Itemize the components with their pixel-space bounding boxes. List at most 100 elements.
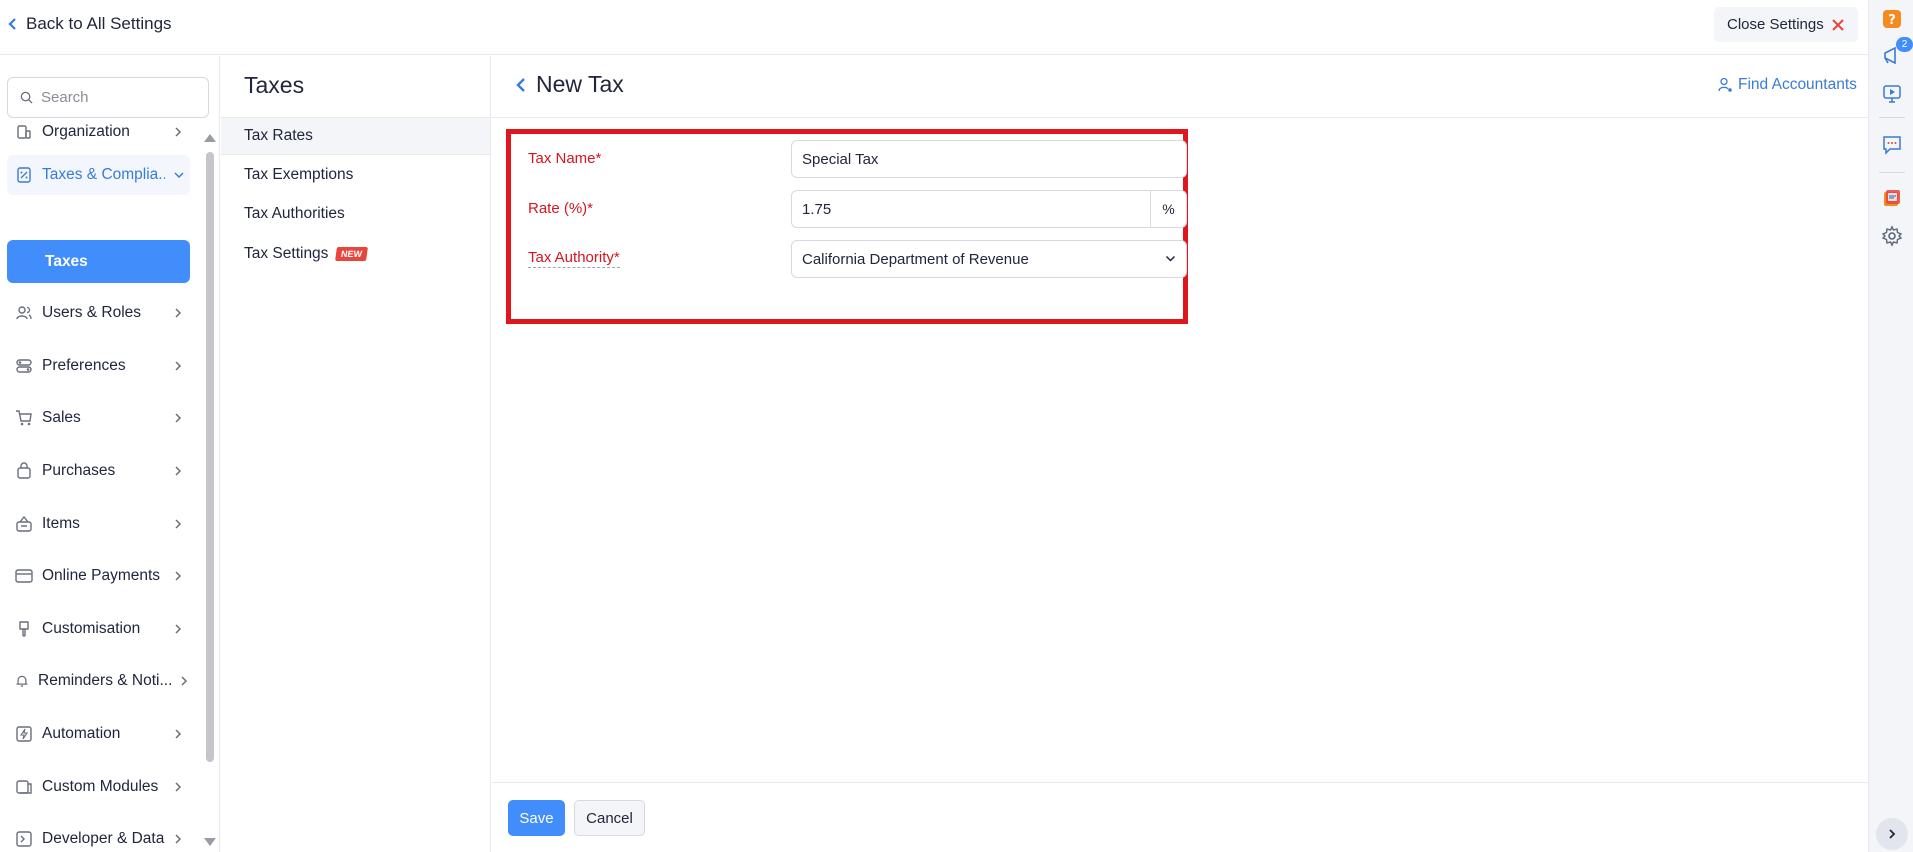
back-to-settings-label: Back to All Settings xyxy=(26,14,172,33)
settings-sidebar: Organization Taxes & Complia... Taxes Us… xyxy=(0,56,220,852)
sidebar-item-label: Users & Roles xyxy=(42,304,142,321)
sidebar-item-label: Taxes & Complia... xyxy=(42,166,165,183)
sidebar-item-preferences[interactable]: Preferences xyxy=(7,346,190,386)
toolbar-divider xyxy=(1879,117,1905,118)
close-settings-label: Close Settings xyxy=(1727,16,1824,33)
sidebar-item-reminders-notifications[interactable]: Reminders & Noti... xyxy=(7,661,190,701)
automation-icon xyxy=(16,726,32,742)
sidebar-item-label: Developer & Data xyxy=(42,830,165,847)
subnav-title: Taxes xyxy=(244,72,305,98)
sidebar-item-purchases[interactable]: Purchases xyxy=(7,451,190,491)
main-header: New Tax Find Accountants xyxy=(492,56,1868,118)
organization-icon xyxy=(17,125,31,139)
preferences-icon xyxy=(16,359,32,373)
rate-label: Rate (%)* xyxy=(528,200,594,217)
sidebar-item-sales[interactable]: Sales xyxy=(7,398,190,438)
bag-icon xyxy=(17,462,31,479)
cart-icon xyxy=(16,410,32,426)
sidebar-item-online-payments[interactable]: Online Payments xyxy=(7,556,190,596)
sidebar-item-label: Reminders & Noti... xyxy=(38,672,171,689)
tax-authority-select[interactable]: California Department of Revenue xyxy=(791,240,1187,278)
subnav-item-label: Tax Exemptions xyxy=(244,166,354,183)
sidebar-item-label: Automation xyxy=(42,725,121,742)
sidebar-item-taxes-compliance[interactable]: Taxes & Complia... xyxy=(7,155,190,195)
sidebar-item-label: Organization xyxy=(42,123,130,140)
chevron-left-icon xyxy=(8,18,16,30)
sidebar-item-items[interactable]: Items xyxy=(7,504,190,544)
sidebar-item-developer-data[interactable]: Developer & Data xyxy=(7,819,190,852)
sidebar-item-label: Customisation xyxy=(42,620,141,637)
new-tax-form: Tax Name* Special Tax Rate (%)* 1.75 % T… xyxy=(506,129,1188,324)
cancel-button[interactable]: Cancel xyxy=(574,800,645,836)
settings-icon[interactable] xyxy=(1881,225,1903,247)
tax-name-field[interactable]: Special Tax xyxy=(791,140,1187,178)
chat-icon[interactable] xyxy=(1881,134,1903,156)
find-accountants-link[interactable]: Find Accountants xyxy=(1718,76,1857,94)
chevron-down-icon xyxy=(174,172,184,179)
back-to-settings-link[interactable]: Back to All Settings xyxy=(8,14,172,34)
scroll-down-arrow[interactable] xyxy=(204,838,216,846)
chevron-right-icon xyxy=(175,834,182,844)
chevron-right-icon xyxy=(175,519,182,529)
subnav-item-tax-authorities[interactable]: Tax Authorities xyxy=(221,195,490,233)
search-input[interactable] xyxy=(41,89,191,106)
sidebar-item-users-roles[interactable]: Users & Roles xyxy=(7,293,190,333)
chevron-down-icon xyxy=(1165,255,1176,262)
close-icon xyxy=(1832,18,1844,31)
apps-icon[interactable] xyxy=(1881,187,1903,209)
sidebar-item-label: Online Payments xyxy=(42,567,161,584)
sidebar-item-label: Preferences xyxy=(42,357,126,374)
new-badge: NEW xyxy=(335,247,369,261)
find-accountants-label: Find Accountants xyxy=(1738,76,1857,93)
close-settings-button[interactable]: Close Settings xyxy=(1714,7,1858,42)
tax-authority-label: Tax Authority* xyxy=(528,249,620,268)
toolbar-divider xyxy=(1879,172,1905,173)
notification-count-badge: 2 xyxy=(1896,37,1913,52)
search-icon xyxy=(20,91,33,104)
chevron-right-icon xyxy=(175,729,182,739)
chevron-right-icon xyxy=(175,308,182,318)
modules-icon xyxy=(16,780,32,794)
chevron-right-icon xyxy=(175,466,182,476)
card-icon xyxy=(15,569,33,583)
chevron-right-icon xyxy=(181,676,188,686)
sidebar-scrollbar[interactable] xyxy=(206,152,214,762)
accountant-icon xyxy=(1718,77,1732,92)
help-icon[interactable]: ? xyxy=(1881,8,1903,30)
subnav-item-tax-rates[interactable]: Tax Rates xyxy=(221,117,490,155)
page-title: New Tax xyxy=(516,71,624,98)
save-button[interactable]: Save xyxy=(508,800,565,836)
sidebar-item-customisation[interactable]: Customisation xyxy=(7,609,190,649)
chevron-right-icon xyxy=(175,361,182,371)
expand-panel-button[interactable] xyxy=(1876,818,1908,850)
main-panel: New Tax Find Accountants Tax Name* Speci… xyxy=(492,56,1868,852)
terminal-icon xyxy=(16,831,32,847)
right-toolbar: ? 2 xyxy=(1868,0,1913,852)
scroll-up-arrow[interactable] xyxy=(204,134,216,142)
rate-field[interactable]: 1.75 xyxy=(791,190,1151,228)
form-footer: Save Cancel xyxy=(492,782,1868,852)
sidebar-item-organization[interactable]: Organization xyxy=(7,112,190,152)
chevron-right-icon xyxy=(175,127,182,137)
subnav-item-label: Tax Settings xyxy=(244,245,329,262)
basket-icon xyxy=(16,515,32,532)
subnav-item-label: Tax Rates xyxy=(244,127,313,144)
chevron-right-icon xyxy=(175,624,182,634)
chevron-right-icon xyxy=(175,413,182,423)
subnav-item-tax-settings[interactable]: Tax Settings NEW xyxy=(221,235,490,273)
video-icon[interactable] xyxy=(1881,83,1903,105)
taxes-subnav: Taxes Tax Rates Tax Exemptions Tax Autho… xyxy=(221,56,491,852)
tax-name-label: Tax Name* xyxy=(528,150,602,167)
sidebar-item-custom-modules[interactable]: Custom Modules xyxy=(7,767,190,807)
chevron-right-icon xyxy=(1889,829,1896,839)
sidebar-item-label: Items xyxy=(42,515,80,532)
taxes-icon xyxy=(17,167,31,183)
chevron-right-icon xyxy=(175,782,182,792)
bell-icon xyxy=(16,675,28,687)
subnav-item-label: Tax Authorities xyxy=(244,205,345,222)
top-bar: Back to All Settings Close Settings xyxy=(0,0,1868,55)
sidebar-item-automation[interactable]: Automation xyxy=(7,714,190,754)
sidebar-subitem-taxes[interactable]: Taxes xyxy=(7,240,190,283)
back-chevron-icon[interactable] xyxy=(516,77,526,93)
subnav-item-tax-exemptions[interactable]: Tax Exemptions xyxy=(221,156,490,194)
